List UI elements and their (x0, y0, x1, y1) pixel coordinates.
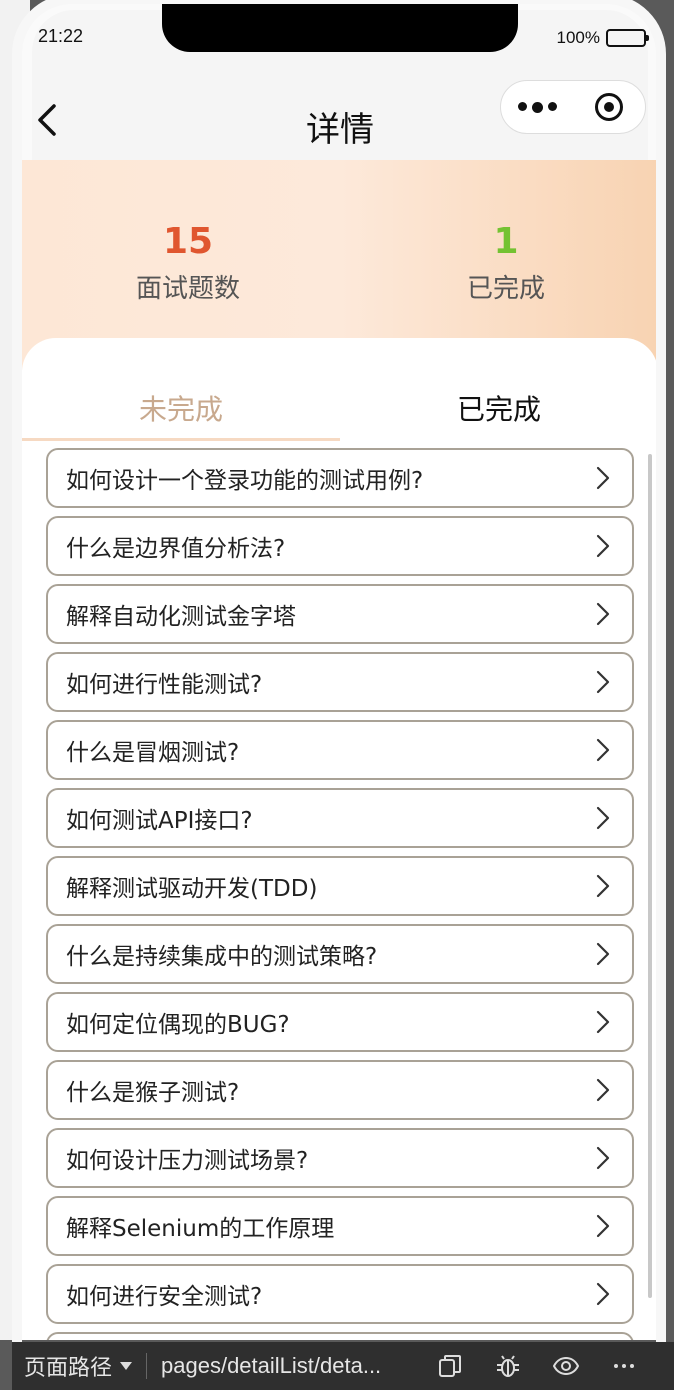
divider (146, 1353, 148, 1379)
target-circle-icon (595, 93, 623, 121)
question-text: 解释测试驱动开发(TDD) (66, 876, 318, 902)
eye-icon[interactable] (551, 1351, 581, 1381)
question-item[interactable]: 如何进行性能测试? (46, 652, 634, 712)
question-item[interactable]: 什么是边界值分析法? (46, 516, 634, 576)
chevron-right-icon (596, 1078, 610, 1102)
question-text: 如何设计一个登录功能的测试用例? (66, 468, 424, 494)
notch (162, 0, 518, 52)
question-item[interactable]: 如何测试API接口? (46, 788, 634, 848)
question-card: 未完成 已完成 如何设计一个登录功能的测试用例? 什么是边界值分析法? 解释自动化测… (22, 338, 658, 1340)
stat-total: 15 面试题数 (88, 220, 288, 305)
chevron-right-icon (596, 466, 610, 490)
chevron-right-icon (596, 942, 610, 966)
battery-status: 100% (556, 28, 649, 48)
question-item[interactable]: 如何定位偶现的BUG? (46, 992, 634, 1052)
more-button[interactable] (501, 101, 573, 113)
question-item[interactable]: 如何设计一个登录功能的测试用例? (46, 448, 634, 508)
question-item[interactable]: 解释测试驱动开发(TDD) (46, 856, 634, 916)
chevron-right-icon (596, 1010, 610, 1034)
chevron-right-icon (596, 874, 610, 898)
stat-done: 1 已完成 (406, 220, 606, 305)
question-item[interactable]: 解释自动化测试金字塔 (46, 584, 634, 644)
total-label: 面试题数 (135, 274, 240, 304)
navigation-bar: 详情 (22, 80, 658, 160)
question-text: 如何进行安全测试? (66, 1284, 263, 1310)
question-item[interactable]: 解释Selenium的工作原理 (46, 1196, 634, 1256)
chevron-right-icon (596, 806, 610, 830)
chevron-right-icon (596, 1214, 610, 1238)
total-count: 15 (162, 221, 214, 262)
chevron-right-icon (596, 534, 610, 558)
caret-down-icon (120, 1362, 133, 1370)
battery-percentage: 100% (556, 28, 600, 47)
copy-icon[interactable] (435, 1351, 465, 1381)
close-mini-program-button[interactable] (573, 93, 645, 121)
question-item[interactable]: 什么是冒烟测试? (46, 720, 634, 780)
phone-screen: 21:22 100% 详情 15 面试题数 1 已完成 未完成 已完成 如何设计… (22, 0, 658, 1340)
question-text: 什么是持续集成中的测试策略? (66, 944, 378, 970)
question-text: 如何定位偶现的BUG? (66, 1012, 290, 1038)
scrollbar[interactable] (648, 454, 652, 1298)
more-options-icon[interactable] (609, 1351, 639, 1381)
status-tabs: 未完成 已完成 (22, 378, 658, 442)
battery-icon (606, 29, 649, 47)
done-label: 已完成 (466, 274, 545, 304)
chevron-right-icon (596, 602, 610, 626)
question-item[interactable]: 什么是持续集成中的测试策略? (46, 924, 634, 984)
active-tab-indicator (22, 438, 340, 441)
question-text: 如何设计压力测试场景? (66, 1148, 309, 1174)
question-item[interactable]: 如何进行安全测试? (46, 1264, 634, 1324)
chevron-right-icon (596, 1282, 610, 1306)
chevron-right-icon (596, 1146, 610, 1170)
question-text: 什么是冒烟测试? (66, 740, 240, 766)
question-item[interactable]: 什么是猴子测试? (46, 1060, 634, 1120)
tab-incomplete[interactable]: 未完成 (22, 378, 340, 442)
chevron-right-icon (596, 670, 610, 694)
page-path-value[interactable]: pages/detailList/deta... (161, 1353, 407, 1379)
question-text: 解释Selenium的工作原理 (66, 1216, 335, 1242)
question-item[interactable]: 如何设计压力测试场景? (46, 1128, 634, 1188)
devtools-bottom-bar: 页面路径 pages/detailList/deta... (12, 1342, 674, 1390)
page-path-dropdown[interactable]: 页面路径 (12, 1350, 133, 1382)
question-text: 什么是边界值分析法? (66, 536, 286, 562)
tab-completed[interactable]: 已完成 (340, 378, 658, 442)
question-text: 如何进行性能测试? (66, 672, 263, 698)
chevron-right-icon (596, 738, 610, 762)
question-item[interactable] (46, 1332, 634, 1340)
page-path-label: 页面路径 (24, 1356, 113, 1381)
question-text: 如何测试API接口? (66, 808, 253, 834)
status-time: 21:22 (38, 26, 84, 46)
question-text: 什么是猴子测试? (66, 1080, 240, 1106)
more-dots-icon (517, 101, 527, 111)
bug-icon[interactable] (493, 1351, 523, 1381)
done-count: 1 (493, 221, 519, 262)
mini-program-capsule (500, 80, 646, 134)
question-text: 解释自动化测试金字塔 (66, 604, 296, 630)
